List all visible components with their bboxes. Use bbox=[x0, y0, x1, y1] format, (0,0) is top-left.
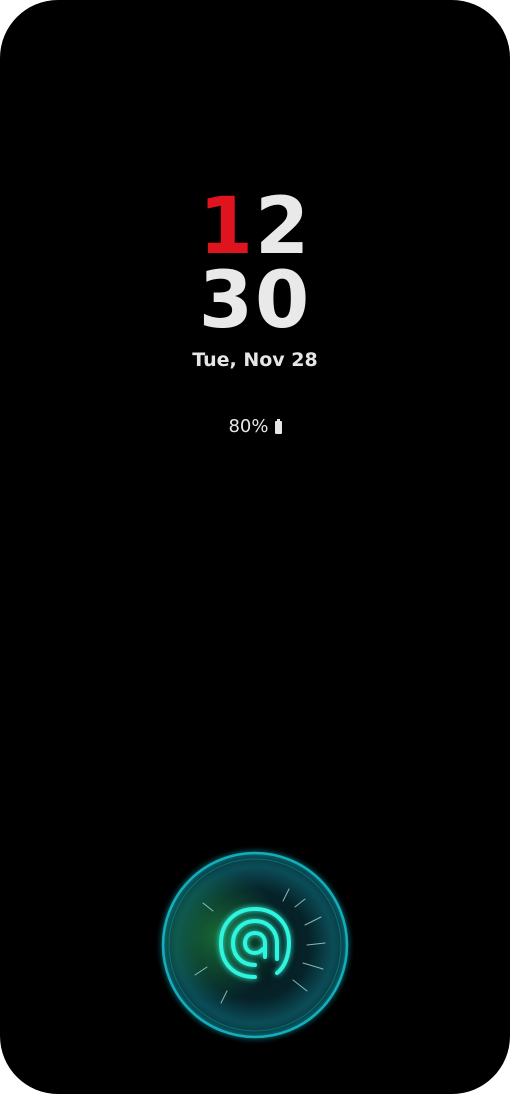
date-label: Tue, Nov 28 bbox=[192, 349, 318, 371]
battery-status: 80% bbox=[0, 416, 510, 437]
lock-screen: 12 30 Tue, Nov 28 80% bbox=[0, 0, 510, 1094]
battery-percent: 80% bbox=[228, 416, 269, 437]
clock-minute: 30 bbox=[198, 256, 312, 346]
fingerprint-sensor[interactable] bbox=[155, 845, 355, 1045]
clock-hour: 12 bbox=[0, 188, 510, 266]
battery-icon bbox=[274, 419, 282, 434]
fingerprint-animation bbox=[161, 851, 349, 1039]
